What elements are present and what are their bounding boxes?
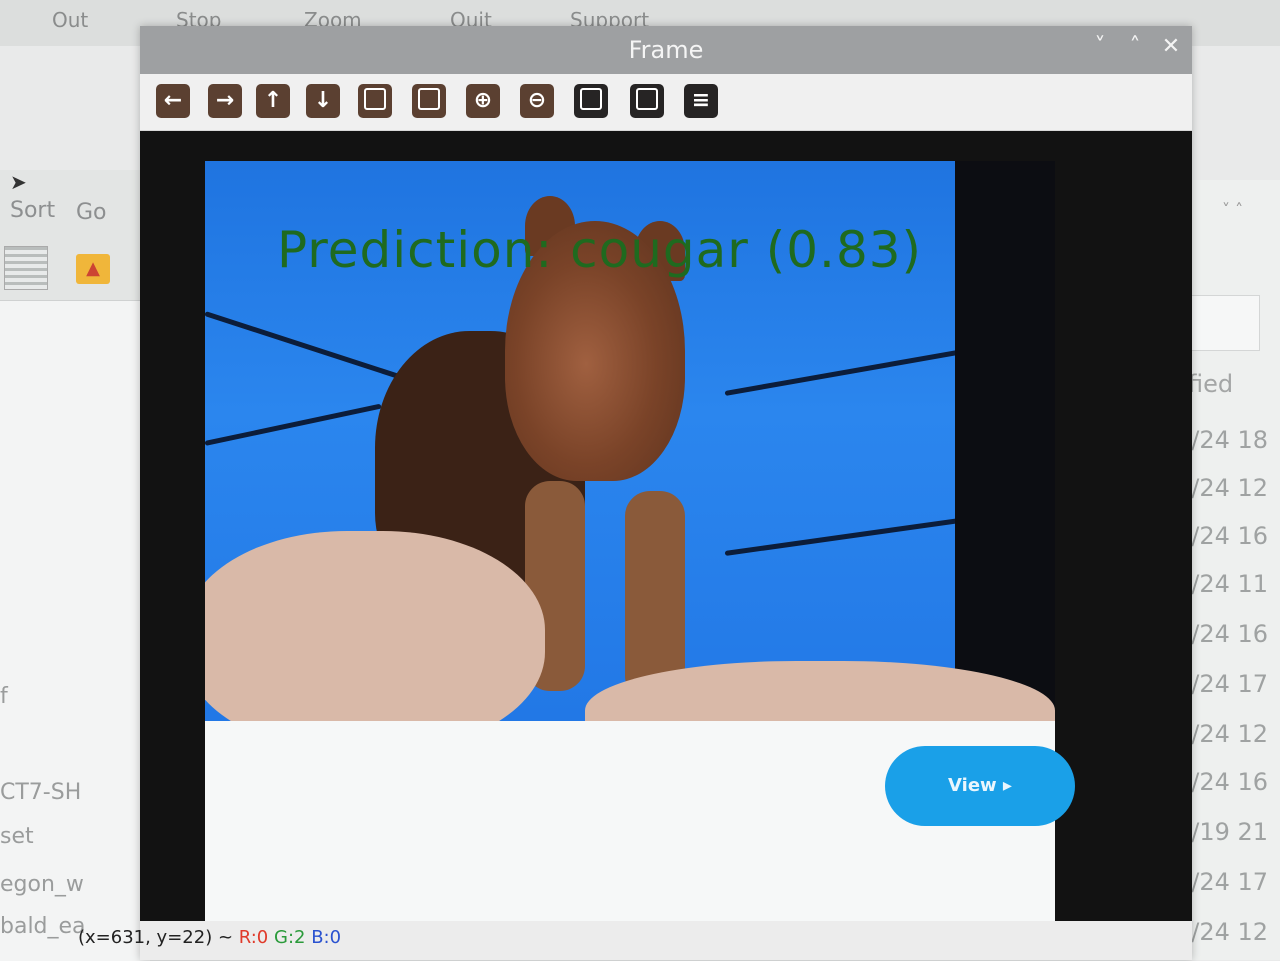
file-name[interactable]: bald_ea: [0, 914, 86, 939]
tree-branch: [205, 403, 382, 446]
tree-trunk: [955, 161, 1055, 721]
pixel-info: (x=631, y=22) ~ R:0 G:2 B:0: [78, 927, 341, 948]
image-toolbar: ← → ↑ ↓ ⊕ ⊖ ≡: [140, 74, 1192, 131]
pan-right-icon[interactable]: →: [208, 84, 242, 118]
minimize-icon[interactable]: ˅: [1085, 34, 1115, 59]
close-icon[interactable]: ✕: [1156, 34, 1186, 59]
background-file-list: [0, 300, 150, 961]
chevron-down-icon[interactable]: ˅ ˄: [1222, 200, 1243, 219]
image-display[interactable]: Prediction: cougar (0.83) View ▸: [140, 131, 1192, 921]
pan-up-icon[interactable]: ↑: [256, 84, 290, 118]
tree-branch: [724, 345, 982, 396]
status-separator: ~: [217, 927, 234, 948]
maximize-icon[interactable]: ˄: [1120, 34, 1150, 59]
file-name[interactable]: f: [0, 684, 8, 709]
home-folder-icon[interactable]: ▲: [76, 254, 110, 284]
background-input-box: [1180, 295, 1260, 351]
blue-value: B:0: [311, 927, 342, 948]
copy-icon[interactable]: [630, 84, 664, 118]
pan-left-icon[interactable]: ←: [156, 84, 190, 118]
frame-window: Frame ˅ ˄ ✕ ← → ↑ ↓ ⊕ ⊖ ≡ Prediction: co…: [78, 26, 1192, 960]
view-button[interactable]: View ▸: [885, 746, 1075, 826]
pan-down-icon[interactable]: ↓: [306, 84, 340, 118]
expand-icon[interactable]: [412, 84, 446, 118]
rock: [205, 531, 545, 721]
zoom-out-icon[interactable]: ⊖: [520, 84, 554, 118]
file-name[interactable]: set: [0, 824, 34, 849]
modified-column-header[interactable]: fied: [1188, 370, 1233, 398]
title-bar[interactable]: Frame ˅ ˄ ✕: [140, 26, 1192, 74]
save-icon[interactable]: [574, 84, 608, 118]
mouse-cursor-icon: ➤: [10, 170, 27, 194]
captured-webpage-panel: View ▸: [205, 721, 1075, 921]
properties-icon[interactable]: ≡: [684, 84, 718, 118]
cougar-photo: Prediction: cougar (0.83): [205, 161, 1055, 721]
shrink-icon[interactable]: [358, 84, 392, 118]
file-name[interactable]: CT7-SH: [0, 780, 81, 805]
prediction-label: Prediction: cougar (0.83): [277, 221, 923, 279]
red-value: R:0: [238, 927, 269, 948]
go-button[interactable]: Go: [76, 200, 107, 225]
list-view-icon[interactable]: [4, 246, 48, 290]
zoom-in-icon[interactable]: ⊕: [466, 84, 500, 118]
status-bar: (x=631, y=22) ~ R:0 G:2 B:0: [78, 921, 1192, 960]
menu-item-out[interactable]: Out: [52, 8, 88, 32]
green-value: G:2: [274, 927, 306, 948]
file-name[interactable]: egon_w: [0, 872, 84, 897]
sort-button[interactable]: Sort: [10, 198, 55, 223]
cursor-coordinates: (x=631, y=22): [78, 927, 213, 948]
window-title: Frame: [628, 36, 704, 64]
